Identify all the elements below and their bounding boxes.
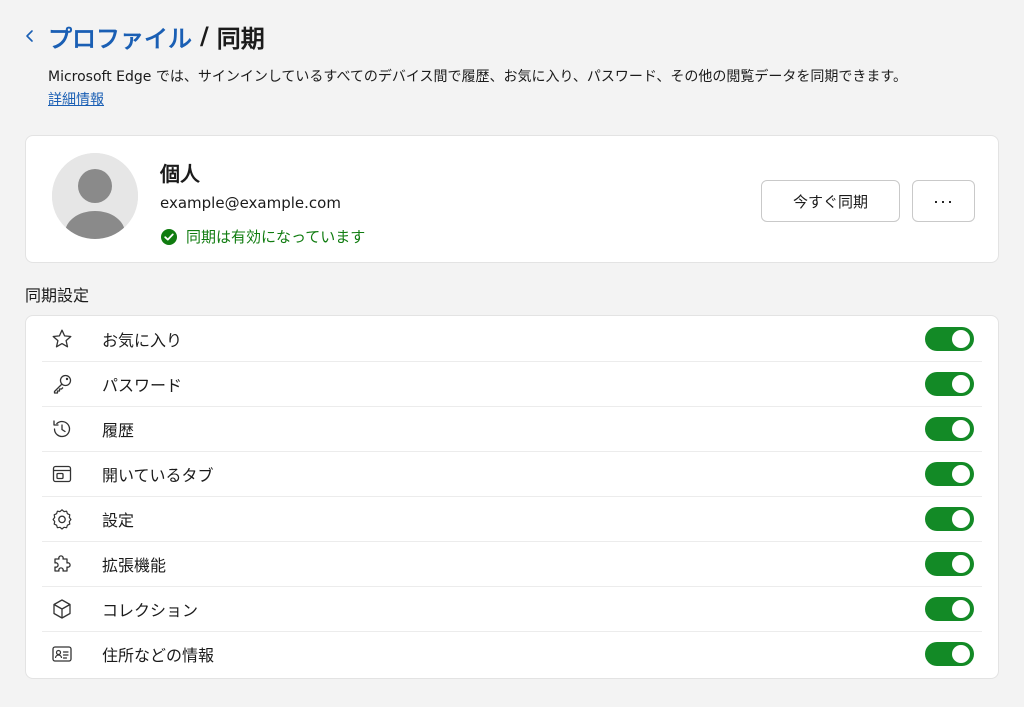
collection-icon	[50, 597, 74, 621]
sync-settings-list: お気に入り パスワード 履歴 開いているタブ 設定 拡張機能 コレクション 住所…	[25, 315, 999, 679]
sync-item-label: 拡張機能	[102, 555, 167, 575]
tabs-icon	[50, 462, 74, 486]
open-tabs-toggle[interactable]	[925, 461, 974, 486]
sync-item-settings: 設定	[26, 496, 998, 541]
back-button[interactable]	[18, 18, 42, 54]
learn-more-link[interactable]: 詳細情報	[48, 90, 104, 110]
settings-toggle[interactable]	[925, 506, 974, 531]
chevron-left-icon	[26, 30, 33, 42]
history-toggle[interactable]	[925, 416, 974, 441]
header: プロファイル / 同期	[18, 18, 265, 54]
sync-item-passwords: パスワード	[26, 361, 998, 406]
history-icon	[50, 417, 74, 441]
sync-item-favorites: お気に入り	[26, 316, 998, 361]
sync-now-button[interactable]: 今すぐ同期	[761, 180, 900, 222]
sync-item-extensions: 拡張機能	[26, 541, 998, 586]
passwords-toggle[interactable]	[925, 371, 974, 396]
breadcrumb-profile-link[interactable]: プロファイル	[48, 19, 192, 54]
sync-item-label: 履歴	[102, 420, 135, 440]
key-icon	[50, 372, 74, 396]
sync-item-label: パスワード	[102, 375, 183, 395]
sync-status: 同期は有効になっています	[160, 226, 365, 247]
sync-status-text: 同期は有効になっています	[186, 228, 366, 246]
check-circle-icon	[160, 228, 178, 246]
profile-card: 個人 example@example.com 同期は有効になっています 今すぐ同…	[25, 135, 999, 263]
breadcrumb-separator: /	[200, 22, 209, 50]
gear-icon	[50, 507, 74, 531]
sync-settings-page: プロファイル / 同期 Microsoft Edge では、サインインしているす…	[0, 0, 1024, 707]
sync-item-label: 設定	[102, 510, 135, 530]
sync-item-label: 開いているタブ	[102, 465, 214, 485]
sync-item-label: 住所などの情報	[102, 645, 215, 665]
sync-item-label: お気に入り	[102, 330, 183, 350]
page-title: 同期	[216, 24, 265, 53]
person-icon	[52, 153, 138, 239]
profile-name: 個人	[160, 162, 200, 186]
sync-item-history: 履歴	[26, 406, 998, 451]
profile-email: example@example.com	[160, 194, 341, 212]
section-title: 同期設定	[25, 286, 90, 305]
extensions-toggle[interactable]	[925, 551, 974, 576]
star-icon	[50, 327, 74, 351]
avatar	[52, 153, 138, 239]
more-options-button[interactable]: ···	[912, 180, 975, 222]
addresses-toggle[interactable]	[925, 641, 974, 666]
sync-item-addresses: 住所などの情報	[26, 631, 998, 676]
sync-item-collections: コレクション	[26, 586, 998, 631]
sync-item-open-tabs: 開いているタブ	[26, 451, 998, 496]
favorites-toggle[interactable]	[925, 326, 974, 351]
page-description: Microsoft Edge では、サインインしているすべてのデバイス間で履歴、…	[48, 69, 907, 85]
collections-toggle[interactable]	[925, 596, 974, 621]
sync-item-label: コレクション	[102, 600, 199, 620]
puzzle-icon	[50, 552, 74, 576]
contact-card-icon	[50, 642, 74, 666]
